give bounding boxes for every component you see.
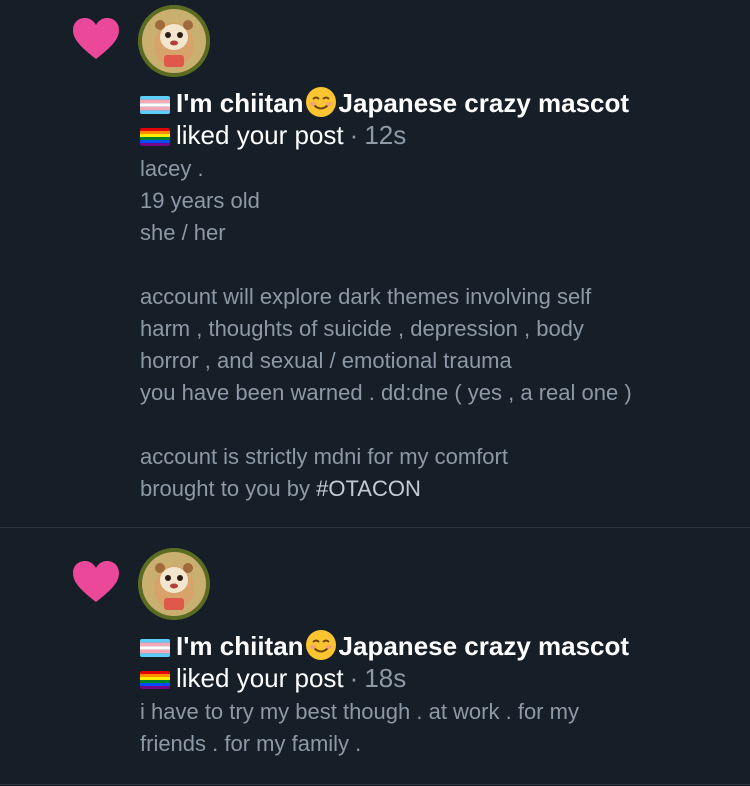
post-line: you have been warned . dd:dne ( yes , a …: [140, 380, 632, 405]
user-name-link[interactable]: I'm chiitan Japanese crazy mascot: [176, 629, 629, 661]
notification-headline: I'm chiitan Japanese crazy mascot liked y…: [140, 86, 730, 151]
separator-dot: ·: [349, 663, 359, 693]
smiling-face-icon: [305, 86, 337, 118]
avatar[interactable]: [138, 5, 210, 77]
post-preview[interactable]: i have to try my best though . at work .…: [140, 696, 730, 760]
post-line: lacey .: [140, 156, 204, 181]
smiling-face-icon: [305, 629, 337, 661]
notification-item[interactable]: I'm chiitan Japanese crazy mascot liked y…: [0, 0, 750, 528]
avatar[interactable]: [138, 548, 210, 620]
post-line: account will explore dark themes involvi…: [140, 284, 592, 309]
post-line-with-hashtag: brought to you by #OTACON: [140, 473, 730, 505]
post-line-prefix: brought to you by: [140, 476, 317, 501]
notification-action: liked your post: [176, 120, 344, 150]
post-line: 19 years old: [140, 188, 260, 213]
post-line: horror , and sexual / emotional trauma: [140, 348, 512, 373]
rainbow-flag-icon: [140, 671, 170, 689]
rainbow-flag-icon: [140, 128, 170, 146]
post-line: she / her: [140, 220, 226, 245]
trans-flag-icon: [140, 96, 170, 114]
post-line: harm , thoughts of suicide , depression …: [140, 316, 584, 341]
post-line: i have to try my best though . at work .…: [140, 699, 579, 724]
heart-icon: [72, 560, 120, 604]
trans-flag-icon: [140, 639, 170, 657]
separator-dot: ·: [349, 120, 359, 150]
notification-headline: I'm chiitan Japanese crazy mascot liked y…: [140, 629, 730, 694]
notification-content: I'm chiitan Japanese crazy mascot liked y…: [140, 629, 730, 760]
post-line: friends . for my family .: [140, 731, 362, 756]
hashtag-link[interactable]: #OTACON: [316, 476, 421, 501]
notification-item[interactable]: I'm chiitan Japanese crazy mascot liked y…: [0, 528, 750, 785]
heart-icon: [72, 17, 120, 61]
post-line: account is strictly mdni for my comfort: [140, 444, 508, 469]
notification-action: liked your post: [176, 663, 344, 693]
user-name-link[interactable]: I'm chiitan Japanese crazy mascot: [176, 86, 629, 118]
timestamp: 12s: [364, 120, 407, 150]
notification-content: I'm chiitan Japanese crazy mascot liked y…: [140, 86, 730, 505]
post-preview[interactable]: lacey . 19 years old she / her account w…: [140, 153, 730, 505]
timestamp: 18s: [364, 663, 407, 693]
